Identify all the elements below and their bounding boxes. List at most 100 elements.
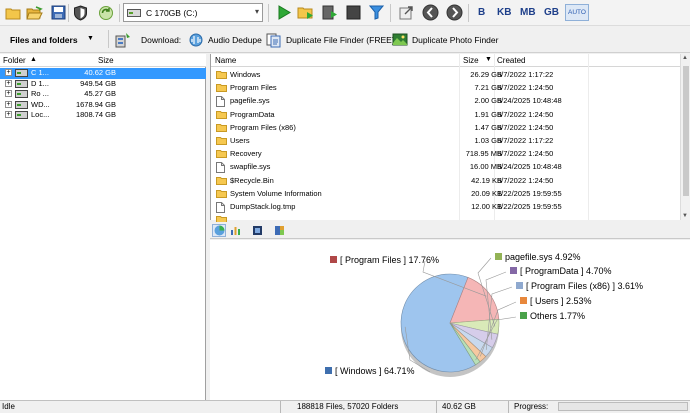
drive-icon <box>15 69 28 77</box>
back-icon[interactable] <box>421 3 440 22</box>
scan-icon[interactable] <box>320 3 339 22</box>
pie-chart: [ Windows ] 64.71% [ Program Files ] 17.7… <box>325 252 643 377</box>
audio-dedupe-link[interactable]: Audio Dedupe <box>208 35 262 45</box>
duplicate-file-finder-icon[interactable] <box>264 30 283 49</box>
drive-icon <box>15 100 28 109</box>
file-name: DumpStack.log.tmp <box>230 202 296 211</box>
duplicate-file-finder-link[interactable]: Duplicate File Finder (FREE) <box>286 35 395 45</box>
scroll-down-icon[interactable]: ▼ <box>682 213 688 219</box>
file-list-scrollbar[interactable]: ▲ ▼ <box>680 54 690 220</box>
unit-mb-button[interactable]: MB <box>520 7 536 18</box>
tree-row[interactable]: + WD... 1678.94 GB <box>0 100 206 111</box>
tree-row-size: 40.62 GB <box>84 68 116 77</box>
file-row[interactable]: Program Files (x86) 1.47 GB 5/7/2022 1:24:… <box>211 121 681 134</box>
audio-dedupe-icon[interactable] <box>186 30 205 49</box>
file-row[interactable]: Program Files 7.21 GB 5/7/2022 1:24:50 <box>211 81 681 94</box>
tree-header-size[interactable]: Size <box>98 54 114 67</box>
file-created: 1/22/2025 19:59:55 <box>497 202 562 211</box>
expand-icon[interactable]: + <box>5 111 12 118</box>
download-label: Download: <box>141 35 182 45</box>
folder-icon <box>216 123 227 134</box>
refresh-icon[interactable] <box>96 3 115 22</box>
drive-icon <box>127 8 141 17</box>
file-row[interactable]: ProgramData 1.91 GB 5/7/2022 1:24:50 <box>211 108 681 121</box>
file-name: Program Files <box>230 83 277 93</box>
sort-up-icon: ▲ <box>30 56 37 63</box>
file-row[interactable]: Users 1.03 GB 5/7/2022 1:17:22 <box>211 134 681 147</box>
file-header-size[interactable]: Size <box>463 54 479 67</box>
chevron-down-icon[interactable]: ▼ <box>87 35 94 42</box>
status-bar: Idle 188818 Files, 57020 Folders 40.62 G… <box>0 400 690 413</box>
drive-select[interactable]: C 170GB (C:) ▾ <box>123 3 263 22</box>
file-header-created[interactable]: Created <box>497 54 525 67</box>
tree-row-name: C 1... <box>31 68 49 77</box>
file-header-name[interactable]: Name <box>215 54 236 67</box>
open-folder-icon[interactable] <box>25 3 44 22</box>
tree-row-name: D 1... <box>31 78 49 88</box>
file-list-header: Name Size ▼ Created <box>211 54 690 67</box>
folder-icon <box>216 110 227 121</box>
bar-chart-icon[interactable] <box>228 224 242 237</box>
file-created: 1/22/2025 19:59:55 <box>497 188 562 198</box>
file-row[interactable]: Recovery 718.95 MB 5/7/2022 1:24:50 <box>211 147 681 160</box>
folder-icon[interactable] <box>3 3 22 22</box>
scrollbar-thumb[interactable] <box>683 66 689 196</box>
file-created: 5/7/2022 1:17:22 <box>497 70 554 79</box>
file-created: 5/24/2025 10:48:48 <box>497 96 562 106</box>
file-created: 5/7/2022 1:24:50 <box>497 83 554 93</box>
file-name: Recovery <box>230 149 262 159</box>
tree-row[interactable]: + Loc... 1808.74 GB <box>0 110 206 121</box>
file-row[interactable]: System Volume Information 20.09 KB 1/22/20… <box>211 187 681 200</box>
pie-slice-label: [ Users ] 2.53% <box>530 296 592 306</box>
file-row[interactable]: $Recycle.Bin 42.19 KB 5/7/2022 1:24:50 <box>211 174 681 187</box>
settings-grid-icon[interactable] <box>113 30 132 49</box>
export-icon[interactable] <box>397 3 416 22</box>
expand-icon[interactable]: + <box>5 69 12 76</box>
pie-slice-label: [ ProgramData ] 4.70% <box>520 266 612 276</box>
pie-slice-label: [ Program Files ] 17.76% <box>340 255 439 265</box>
file-row[interactable]: swapfile.sys 16.00 MB 5/24/2025 10:48:48 <box>211 160 681 174</box>
stop-icon[interactable] <box>344 3 363 22</box>
unit-auto-button[interactable]: AUTO <box>565 4 589 21</box>
tree-row[interactable]: + C 1... 40.62 GB <box>0 68 206 79</box>
secondary-toolbar: Files and folders ▼ Download: Audio Dedu… <box>0 27 690 53</box>
expand-icon[interactable]: + <box>5 90 12 97</box>
tree-chart-icon[interactable] <box>272 224 286 237</box>
view-mode-dropdown[interactable]: Files and folders <box>10 35 78 45</box>
legend-swatch <box>520 312 527 319</box>
tree-row[interactable]: + D 1... 949.54 GB <box>0 79 206 90</box>
expand-icon[interactable]: + <box>5 100 12 108</box>
filter-icon[interactable] <box>367 3 386 22</box>
file-row[interactable]: Windows 26.29 GB 5/7/2022 1:17:22 <box>211 68 681 81</box>
folder-icon <box>216 189 227 200</box>
tree-header: Folder ▲ Size <box>0 54 206 67</box>
drive-icon <box>15 79 28 88</box>
file-name: Windows <box>230 70 261 79</box>
tree-header-folder[interactable]: Folder <box>3 54 26 67</box>
unit-gb-button[interactable]: GB <box>544 7 559 18</box>
tree-row-name: Ro ... <box>31 89 49 98</box>
scroll-up-icon[interactable]: ▲ <box>682 55 688 61</box>
file-name: pagefile.sys <box>230 96 270 106</box>
play-icon[interactable] <box>274 3 293 22</box>
tree-row-size: 1678.94 GB <box>75 99 116 109</box>
legend-swatch <box>516 282 523 289</box>
legend-swatch <box>330 256 337 263</box>
pie-chart-icon[interactable] <box>212 224 226 237</box>
file-row[interactable]: pagefile.sys 2.00 GB 5/24/2025 10:48:48 <box>211 94 681 108</box>
forward-icon[interactable] <box>445 3 464 22</box>
expand-icon[interactable]: + <box>5 79 12 87</box>
list-chart-icon[interactable] <box>250 224 264 237</box>
unit-b-button[interactable]: B <box>478 7 485 18</box>
duplicate-photo-finder-link[interactable]: Duplicate Photo Finder <box>412 35 498 45</box>
unit-kb-button[interactable]: KB <box>497 7 511 18</box>
tree-row[interactable]: + Ro ... 45.27 GB <box>0 89 206 100</box>
save-icon[interactable] <box>49 3 68 22</box>
folder-icon <box>216 136 227 147</box>
shield-icon[interactable] <box>71 3 90 22</box>
file-created: 5/7/2022 1:24:50 <box>497 175 554 185</box>
file-row[interactable]: DumpStack.log.tmp 12.00 KB 1/22/2025 19:59… <box>211 200 681 213</box>
folder-play-icon[interactable] <box>296 3 315 22</box>
status-counts: 188818 Files, 57020 Folders <box>297 402 399 411</box>
duplicate-photo-finder-icon[interactable] <box>390 30 409 49</box>
